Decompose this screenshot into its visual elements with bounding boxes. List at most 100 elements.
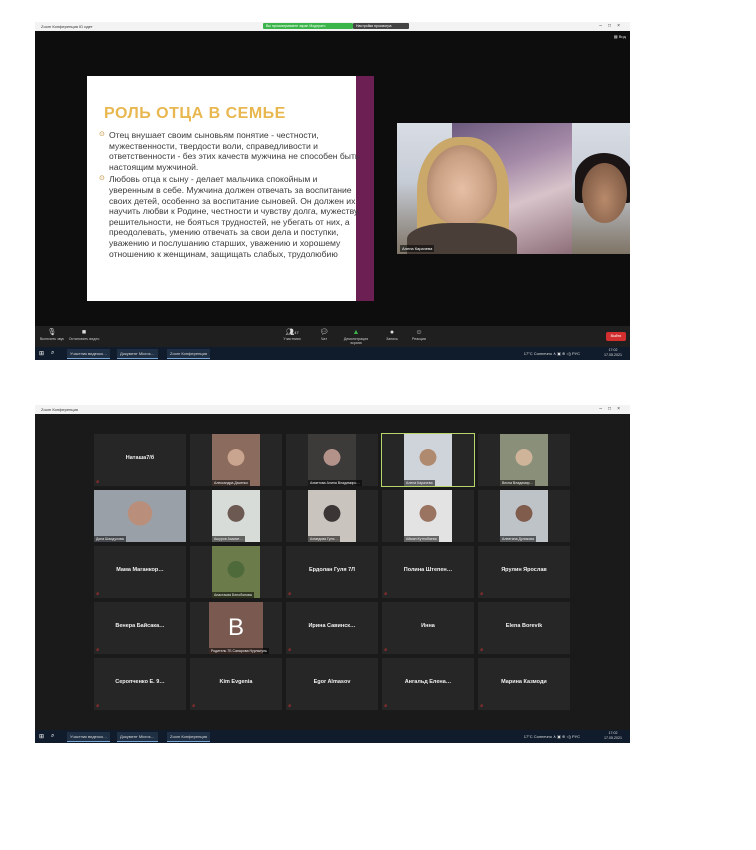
participant-video [308, 434, 356, 486]
participant-name: Серопченко Е. 9… [115, 679, 165, 685]
participant-video [212, 546, 260, 598]
muted-mic-icon: ⊘ [96, 479, 100, 484]
participant-tile[interactable]: Egor Almasov ⊘ [286, 658, 378, 710]
participant-tile[interactable]: Kim Evgenia ⊘ [190, 658, 282, 710]
title-bar: Zoom Конференция ID идет Вы просматривае… [35, 22, 630, 31]
participant-video [308, 490, 356, 542]
window-title: Zoom Конференция ID идет [41, 24, 93, 29]
share-screen-icon: ▲ [352, 329, 360, 336]
participant-name: Мама Маганкор… [116, 567, 164, 573]
participant-tile[interactable]: Ашуров Азамат… [190, 490, 282, 542]
participant-name: Родитель 7Б Сапарова Нурлыгуль [209, 648, 269, 654]
participant-video [212, 434, 260, 486]
avatar: B [209, 602, 263, 654]
participant-tile[interactable]: Полина Штепен… ⊘ [382, 546, 474, 598]
window-controls[interactable]: –□× [599, 23, 626, 29]
taskbar-app[interactable]: Zoom Конференция [167, 349, 210, 359]
slide-bullet: Отец внушает своим сыновьям понятие - че… [99, 130, 361, 172]
participant-tile[interactable]: Алена Карачева [381, 433, 475, 487]
participant-tile[interactable]: Венера Байсака… ⊘ [94, 602, 186, 654]
participant-name: Венера Байсака… [115, 623, 165, 629]
taskbar-app[interactable]: Документ Micros… [117, 349, 158, 359]
muted-mic-icon: ⊘ [480, 647, 484, 652]
participant-tile[interactable]: Александра Дасенко [190, 434, 282, 486]
participant-name: Айман Куттыбаева [404, 536, 439, 542]
participant-tile[interactable]: Elena Borevik ⊘ [478, 602, 570, 654]
participant-name: Инна [421, 623, 435, 629]
participant-video [500, 490, 548, 542]
participant-name: Алевтина Дуликова [500, 536, 536, 542]
participant-tile[interactable]: Марина Казмоди ⊘ [478, 658, 570, 710]
taskbar-app[interactable]: Участник видеоко… [67, 349, 111, 359]
participants-button[interactable]: 👥︎47 Участники [275, 328, 309, 341]
leave-meeting-button[interactable]: Выйти [606, 332, 626, 341]
gallery-view: ✋︎ Наташа7/б⊘Александра ДасенкоАхметова … [35, 414, 630, 730]
participant-tile[interactable]: Ангальд Елена… ⊘ [382, 658, 474, 710]
participant-tile[interactable]: Анастасия Белобонова [190, 546, 282, 598]
slide-bullets: Отец внушает своим сыновьям понятие - че… [99, 130, 361, 261]
participant-tile[interactable]: Ердолан Гуля 7Л ⊘ [286, 546, 378, 598]
participant-tile[interactable]: B Родитель 7Б Сапарова Нурлыгуль [190, 602, 282, 654]
view-options-button[interactable]: Настройки просмотра [353, 23, 409, 29]
search-icon[interactable]: ⌕ [51, 350, 54, 357]
share-screen-button[interactable]: ▲ Демонстрация экрана [339, 328, 373, 345]
windows-start-icon[interactable]: ⊞ [39, 733, 44, 740]
participant-tile[interactable]: Наташа7/б ⊘ [94, 434, 186, 486]
participant-tile[interactable]: Ахмедова Гуля… [286, 490, 378, 542]
participant-tile[interactable]: Ахметова Алина Владимиро… [286, 434, 378, 486]
participant-name: Алена Карачева [404, 480, 435, 486]
window-controls[interactable]: –□× [599, 406, 626, 412]
view-button[interactable]: ▦ Вид [614, 34, 626, 39]
participant-name: Дина Шаидулова [94, 536, 126, 542]
participant-name: Elena Borevik [505, 623, 543, 629]
taskbar-app[interactable]: Документ Micros… [117, 732, 158, 742]
participant-video [212, 490, 260, 542]
participant-tile[interactable]: Весна Владимир… [478, 434, 570, 486]
participant-tile[interactable]: Ярулин Ярослав ⊘ [478, 546, 570, 598]
slide-title: РОЛЬ ОТЦА В СЕМЬЕ [104, 105, 286, 122]
participant-name: Ирина Савинск… [308, 623, 356, 629]
participant-tile[interactable]: Мама Маганкор… ⊘ [94, 546, 186, 598]
participant-video [500, 434, 548, 486]
participant-name: Полина Штепен… [403, 567, 453, 573]
participant-video-tile[interactable]: Алена Карачева [397, 123, 630, 254]
stop-video-button[interactable]: ■ Остановить видео [67, 328, 101, 341]
zoom-window-screen-share: Zoom Конференция ID идет Вы просматривае… [35, 22, 630, 360]
participant-tile[interactable]: Айман Куттыбаева [382, 490, 474, 542]
participant-name: Ахмедова Гуля… [308, 536, 340, 542]
muted-mic-icon: ⊘ [288, 591, 292, 596]
share-banner: Вы просматриваете экран Модерато [263, 23, 353, 29]
mute-button[interactable]: 🎙︎ Включить звук [35, 328, 69, 341]
muted-mic-icon: ⊘ [480, 703, 484, 708]
muted-mic-icon: ⊘ [384, 647, 388, 652]
chat-button[interactable]: 💬︎ Чат [307, 328, 341, 341]
windows-start-icon[interactable]: ⊞ [39, 350, 44, 357]
system-tray[interactable]: 17°C Солнечно ∧ ▣ ⊕ ◁) РУС [524, 351, 580, 356]
reactions-button[interactable]: ☺ Реакции [402, 328, 436, 341]
participant-tile[interactable]: Серопченко Е. 9… ⊘ [94, 658, 186, 710]
participant-name: Наташа7/б [125, 455, 155, 461]
clock[interactable]: 17:02 17.05.2021 [604, 348, 622, 358]
window-title: Zoom Конференция [41, 407, 78, 412]
participant-tile[interactable]: Дина Шаидулова [94, 490, 186, 542]
shared-screen: ▦ Вид РОЛЬ ОТЦА В СЕМЬЕ Отец внушает сво… [35, 31, 630, 326]
taskbar-app[interactable]: Zoom Конференция [167, 732, 210, 742]
participant-tile[interactable]: Ирина Савинск… ⊘ [286, 602, 378, 654]
participant-name: Алена Карачева [400, 245, 435, 252]
participant-video [404, 490, 452, 542]
participant-tile[interactable]: Инна ⊘ [382, 602, 474, 654]
muted-mic-icon: ⊘ [96, 647, 100, 652]
participant-name: Ердолан Гуля 7Л [308, 567, 356, 573]
search-icon[interactable]: ⌕ [51, 733, 54, 740]
person-face [427, 145, 497, 225]
muted-mic-icon: ⊘ [288, 647, 292, 652]
system-tray[interactable]: 17°C Солнечно ∧ ▣ ⊕ ◁) РУС [524, 734, 580, 739]
participant-tile[interactable]: Алевтина Дуликова [478, 490, 570, 542]
muted-mic-icon: ⊘ [480, 591, 484, 596]
participant-name: Ашуров Азамат… [212, 536, 245, 542]
taskbar-app[interactable]: Участник видеоко… [67, 732, 111, 742]
zoom-window-gallery: Zoom Конференция –□× ✋︎ Наташа7/б⊘Алекса… [35, 405, 630, 743]
clock[interactable]: 17:02 17.05.2021 [604, 731, 622, 741]
presentation-slide: РОЛЬ ОТЦА В СЕМЬЕ Отец внушает своим сын… [87, 76, 374, 301]
participant-name: Анастасия Белобонова [212, 592, 254, 598]
